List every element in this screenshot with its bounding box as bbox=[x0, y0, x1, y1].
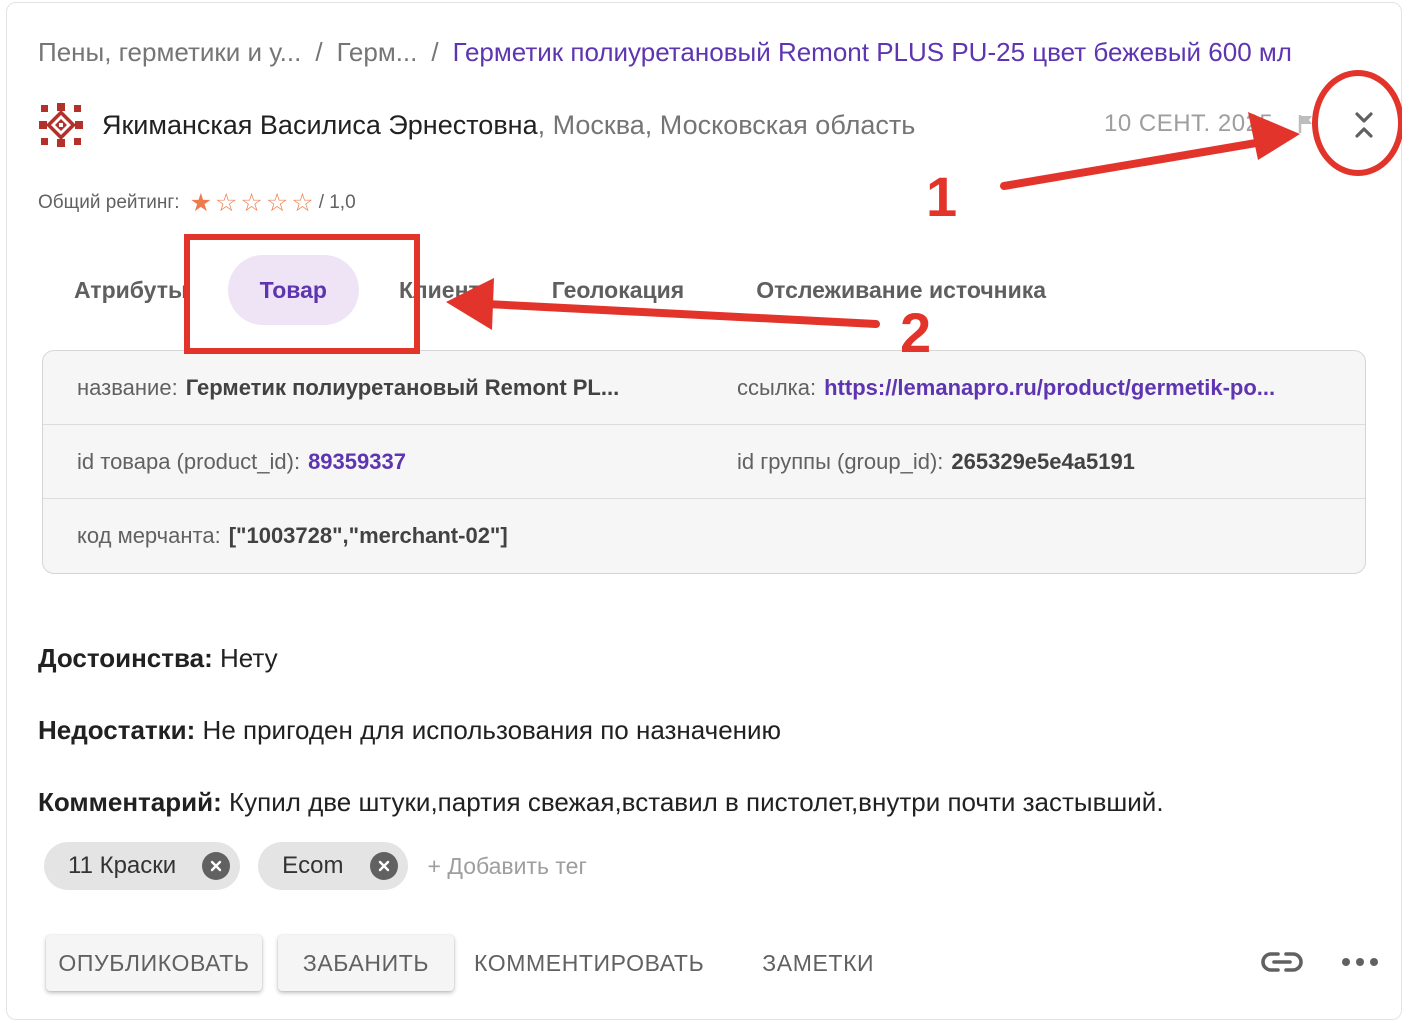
attr-name-cell: название: Герметик полиуретановый Remont… bbox=[77, 351, 697, 425]
expand-collapse-button[interactable] bbox=[1342, 100, 1386, 150]
product-name-value: Герметик полиуретановый Remont PL... bbox=[185, 375, 620, 400]
attr-key: название: bbox=[77, 375, 178, 400]
author-location: , Москва, Московская область bbox=[537, 109, 916, 140]
tab-client[interactable]: Клиент bbox=[399, 255, 480, 325]
tag-label: 11 Краски bbox=[68, 852, 177, 879]
pros-text: Нету bbox=[212, 643, 278, 673]
attr-merchant-cell: код мерчанта: ["1003728","merchant-02"] bbox=[77, 499, 697, 573]
attr-link-cell: ссылка: https://lemanapro.ru/product/ger… bbox=[737, 351, 1337, 425]
attr-key: код мерчанта: bbox=[77, 523, 221, 548]
tab-source-tracking[interactable]: Отслеживание источника bbox=[756, 255, 1046, 325]
comment-label: Комментарий: bbox=[38, 787, 222, 817]
star-empty-icon: ☆ bbox=[215, 188, 238, 217]
star-filled-icon: ★ bbox=[189, 188, 212, 217]
tab-bar: Атрибуты Товар Клиент Геолокация Отслежи… bbox=[44, 254, 1046, 326]
more-options-icon[interactable] bbox=[1340, 946, 1380, 978]
breadcrumb-current[interactable]: Герметик полиуретановый Remont PLUS PU-2… bbox=[453, 37, 1292, 68]
add-tag-button[interactable]: + Добавить тег bbox=[428, 853, 587, 880]
breadcrumb-separator: / bbox=[431, 36, 439, 67]
actions-row: ОПУБЛИКОВАТЬ ЗАБАНИТЬ КОММЕНТИРОВАТЬ ЗАМ… bbox=[46, 934, 1386, 992]
tag-chip: 11 Краски bbox=[44, 842, 241, 890]
breadcrumb: Пены, герметики и у... / Герм... / Герме… bbox=[38, 34, 1292, 70]
author-name[interactable]: Якиманская Василиса Эрнестовна bbox=[102, 110, 538, 141]
tags-row: 11 Краски Ecom + Добавить тег bbox=[44, 842, 587, 890]
merchant-code-value: ["1003728","merchant-02"] bbox=[228, 523, 508, 548]
star-empty-icon: ☆ bbox=[265, 188, 289, 217]
rating-value: / 1,0 bbox=[318, 192, 356, 213]
ornament-avatar-icon bbox=[38, 102, 84, 148]
tag-chip: Ecom bbox=[258, 842, 408, 890]
remove-tag-icon[interactable] bbox=[202, 852, 231, 880]
attr-key: ссылка: bbox=[737, 375, 817, 400]
comment-button[interactable]: КОММЕНТИРОВАТЬ bbox=[474, 935, 704, 991]
attr-key: id товара (product_id): bbox=[77, 449, 301, 474]
author-row: Якиманская Василиса Эрнестовна , Москва,… bbox=[38, 100, 1373, 150]
tag-label: Ecom bbox=[282, 852, 344, 879]
rating-label: Общий рейтинг: bbox=[38, 192, 180, 213]
product-id-link[interactable]: 89359337 bbox=[308, 449, 406, 475]
rating-row: Общий рейтинг: ★ ☆ ☆ ☆ ☆ / 1,0 bbox=[38, 188, 356, 218]
product-link[interactable]: https://lemanapro.ru/product/germetik-po… bbox=[824, 375, 1275, 401]
cons-label: Недостатки: bbox=[38, 715, 196, 745]
pros-label: Достоинства: bbox=[38, 643, 213, 673]
breadcrumb-separator: / bbox=[315, 36, 323, 67]
group-id-value: 265329e5e4a5191 bbox=[951, 449, 1135, 474]
review-body: Достоинства: Нету Недостатки: Не пригоде… bbox=[38, 640, 1368, 856]
cons-text: Не пригоден для использования по назначе… bbox=[195, 715, 782, 745]
tab-attributes[interactable]: Атрибуты bbox=[44, 255, 188, 325]
tab-product[interactable]: Товар bbox=[227, 255, 359, 325]
tab-geolocation[interactable]: Геолокация bbox=[552, 255, 685, 325]
attr-key: id группы (group_id): bbox=[737, 449, 944, 474]
review-pros: Достоинства: Нету bbox=[38, 640, 1368, 712]
breadcrumb-item[interactable]: Герм... bbox=[337, 37, 418, 68]
attr-product-id-cell: id товара (product_id): 89359337 bbox=[77, 425, 697, 499]
review-date: 10 СЕНТ. 2025 bbox=[1104, 110, 1274, 137]
link-icon[interactable] bbox=[1260, 948, 1304, 976]
table-row: код мерчанта: ["1003728","merchant-02"] bbox=[43, 499, 1365, 573]
collapse-chevrons-icon bbox=[1355, 112, 1373, 138]
notes-button[interactable]: ЗАМЕТКИ bbox=[762, 935, 874, 991]
comment-text: Купил две штуки,партия свежая,вставил в … bbox=[221, 787, 1164, 817]
remove-tag-icon[interactable] bbox=[369, 852, 398, 880]
table-row: название: Герметик полиуретановый Remont… bbox=[43, 351, 1365, 425]
attr-group-id-cell: id группы (group_id): 265329e5e4a5191 bbox=[737, 425, 1337, 499]
star-empty-icon: ☆ bbox=[240, 188, 263, 217]
flag-icon[interactable] bbox=[1298, 114, 1314, 134]
product-attributes-table: название: Герметик полиуретановый Remont… bbox=[42, 350, 1366, 574]
ban-button[interactable]: ЗАБАНИТЬ bbox=[278, 935, 454, 991]
breadcrumb-item[interactable]: Пены, герметики и у... bbox=[38, 37, 301, 68]
publish-button[interactable]: ОПУБЛИКОВАТЬ bbox=[46, 935, 262, 991]
table-row: id товара (product_id): 89359337 id груп… bbox=[43, 425, 1365, 499]
star-empty-icon: ☆ bbox=[291, 188, 314, 217]
review-cons: Недостатки: Не пригоден для использовани… bbox=[38, 712, 1368, 784]
